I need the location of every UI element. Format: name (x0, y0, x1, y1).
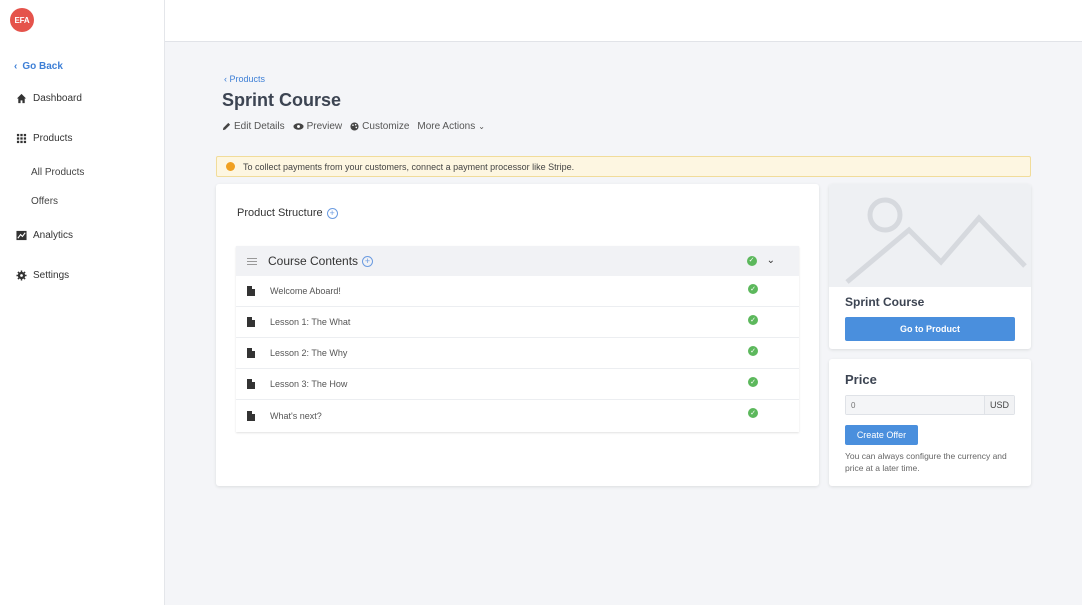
pencil-icon (222, 122, 231, 131)
product-actions: Edit Details Preview Customize More Acti… (222, 121, 485, 132)
lesson-row[interactable]: Lesson 1: The What ✓ (236, 307, 799, 338)
sidebar-item-offers[interactable]: Offers (31, 196, 58, 207)
document-icon (247, 410, 255, 421)
edit-details-button[interactable]: Edit Details (222, 121, 285, 132)
document-icon (247, 348, 255, 358)
image-placeholder-icon (845, 197, 1027, 284)
payment-processor-alert: To collect payments from your customers,… (216, 156, 1031, 177)
check-circle-icon: ✓ (746, 255, 757, 266)
chevron-left-icon: ‹ (14, 61, 18, 72)
check-circle-icon: ✓ (748, 284, 758, 294)
price-input[interactable] (846, 396, 984, 414)
price-card: Price USD Create Offer You can always co… (829, 359, 1031, 486)
chevron-down-icon: ⌄ (478, 122, 485, 131)
product-preview-card: Sprint Course Go to Product (829, 184, 1031, 349)
sidebar-item-dashboard[interactable]: Dashboard (16, 93, 82, 104)
price-note: You can always configure the currency an… (845, 451, 1007, 473)
brand-logo[interactable]: EFA (10, 8, 34, 32)
currency-label: USD (984, 396, 1014, 414)
product-name: Sprint Course (845, 295, 925, 309)
sidebar-item-products[interactable]: Products (16, 133, 72, 144)
create-offer-button[interactable]: Create Offer (845, 425, 918, 445)
drag-handle-icon[interactable] (247, 256, 257, 267)
grid-icon (16, 133, 27, 144)
sidebar-item-analytics[interactable]: Analytics (16, 230, 73, 241)
breadcrumb[interactable]: ‹ Products (224, 74, 265, 84)
document-icon (247, 379, 255, 389)
eye-icon (293, 123, 304, 130)
image-placeholder (829, 184, 1031, 287)
go-back-link[interactable]: ‹ Go Back (14, 61, 63, 72)
chevron-down-icon[interactable]: ⌄ (767, 255, 775, 266)
check-circle-icon: ✓ (748, 377, 758, 387)
preview-button[interactable]: Preview (293, 121, 342, 132)
course-contents-section: Course Contents + ✓ ⌄ Welcome Aboard! ✓ … (236, 246, 799, 432)
gear-icon (16, 270, 27, 281)
lesson-row[interactable]: What's next? ✓ (236, 400, 799, 431)
more-actions-dropdown[interactable]: More Actions ⌄ (417, 121, 485, 132)
warning-icon (226, 162, 235, 171)
price-input-group: USD (845, 395, 1015, 415)
add-lesson-icon[interactable]: + (362, 255, 374, 267)
product-structure-card: Product Structure + Course Contents + ✓ … (216, 184, 819, 486)
check-circle-icon: ✓ (748, 346, 758, 356)
top-bar (165, 0, 1082, 42)
sidebar-item-all-products[interactable]: All Products (31, 167, 84, 178)
sidebar-item-settings[interactable]: Settings (16, 270, 69, 281)
price-title: Price (845, 372, 877, 387)
lesson-row[interactable]: Lesson 2: The Why ✓ (236, 338, 799, 369)
page-title: Sprint Course (222, 90, 342, 110)
course-contents-title: Course Contents + (268, 254, 374, 268)
home-icon (16, 93, 27, 104)
product-structure-label: Product Structure + (237, 207, 338, 219)
document-icon (247, 317, 255, 327)
lesson-row[interactable]: Lesson 3: The How ✓ (236, 369, 799, 400)
check-circle-icon: ✓ (748, 315, 758, 325)
sidebar: EFA ‹ Go Back Dashboard Products All Pro… (0, 0, 165, 605)
add-chapter-icon[interactable]: + (326, 207, 338, 219)
go-to-product-button[interactable]: Go to Product (845, 317, 1015, 341)
course-contents-header[interactable]: Course Contents + ✓ ⌄ (236, 246, 799, 276)
customize-button[interactable]: Customize (350, 121, 409, 132)
check-circle-icon: ✓ (748, 408, 758, 418)
document-icon (247, 286, 255, 296)
chart-icon (16, 230, 27, 241)
lesson-row[interactable]: Welcome Aboard! ✓ (236, 276, 799, 307)
palette-icon (350, 122, 359, 131)
